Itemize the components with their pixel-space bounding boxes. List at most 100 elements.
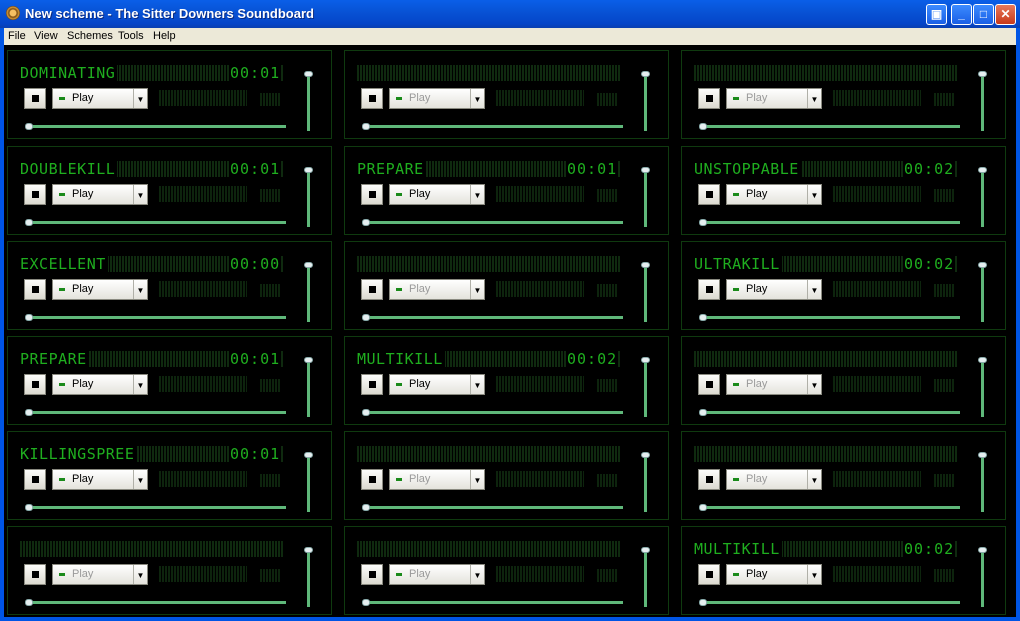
position-slider[interactable]: [32, 506, 286, 509]
sound-slot[interactable]: DOUBLEKILL 00:01 Play ▼: [7, 146, 332, 235]
play-dropdown[interactable]: Play ▼: [726, 564, 822, 585]
position-slider-thumb[interactable]: [699, 314, 707, 321]
play-dropdown[interactable]: Play ▼: [389, 184, 485, 205]
close-button[interactable]: ✕: [995, 4, 1016, 25]
position-slider-thumb[interactable]: [362, 219, 370, 226]
position-slider-thumb[interactable]: [699, 599, 707, 606]
stop-button[interactable]: [698, 564, 720, 585]
volume-slider-thumb[interactable]: [978, 167, 987, 173]
chevron-down-icon[interactable]: ▼: [470, 470, 484, 489]
position-slider[interactable]: [32, 601, 286, 604]
chevron-down-icon[interactable]: ▼: [470, 375, 484, 394]
chevron-down-icon[interactable]: ▼: [133, 565, 147, 584]
sound-slot[interactable]: Play ▼: [7, 526, 332, 615]
chevron-down-icon[interactable]: ▼: [133, 375, 147, 394]
play-dropdown[interactable]: Play ▼: [52, 88, 148, 109]
volume-slider-thumb[interactable]: [304, 71, 313, 77]
menu-schemes[interactable]: Schemes: [67, 30, 113, 42]
position-slider-thumb[interactable]: [362, 123, 370, 130]
position-slider[interactable]: [706, 125, 960, 128]
restore-icon[interactable]: ▣: [926, 4, 947, 25]
position-slider-thumb[interactable]: [699, 504, 707, 511]
position-slider-thumb[interactable]: [25, 504, 33, 511]
menu-file[interactable]: File: [8, 30, 26, 42]
chevron-down-icon[interactable]: ▼: [470, 280, 484, 299]
volume-slider-thumb[interactable]: [641, 357, 650, 363]
chevron-down-icon[interactable]: ▼: [807, 185, 821, 204]
volume-slider[interactable]: [307, 172, 310, 227]
play-dropdown[interactable]: Play ▼: [389, 564, 485, 585]
sound-slot[interactable]: Play ▼: [344, 526, 669, 615]
position-slider-thumb[interactable]: [362, 599, 370, 606]
play-dropdown[interactable]: Play ▼: [726, 469, 822, 490]
chevron-down-icon[interactable]: ▼: [807, 565, 821, 584]
sound-slot[interactable]: PREPARE 00:01 Play ▼: [7, 336, 332, 425]
stop-button[interactable]: [24, 564, 46, 585]
chevron-down-icon[interactable]: ▼: [470, 185, 484, 204]
position-slider-thumb[interactable]: [25, 599, 33, 606]
volume-slider-thumb[interactable]: [978, 357, 987, 363]
position-slider[interactable]: [369, 125, 623, 128]
volume-slider[interactable]: [981, 76, 984, 131]
sound-slot[interactable]: UNSTOPPABLE 00:02 Play ▼: [681, 146, 1006, 235]
stop-button[interactable]: [361, 469, 383, 490]
chevron-down-icon[interactable]: ▼: [133, 280, 147, 299]
stop-button[interactable]: [698, 184, 720, 205]
menu-tools[interactable]: Tools: [118, 30, 144, 42]
stop-button[interactable]: [24, 184, 46, 205]
play-dropdown[interactable]: Play ▼: [52, 564, 148, 585]
play-dropdown[interactable]: Play ▼: [726, 374, 822, 395]
volume-slider[interactable]: [981, 552, 984, 607]
volume-slider-thumb[interactable]: [978, 452, 987, 458]
volume-slider-thumb[interactable]: [304, 452, 313, 458]
volume-slider[interactable]: [307, 76, 310, 131]
menu-view[interactable]: View: [34, 30, 58, 42]
sound-slot[interactable]: PREPARE 00:01 Play ▼: [344, 146, 669, 235]
sound-slot[interactable]: KILLINGSPREE 00:01 Play ▼: [7, 431, 332, 520]
play-dropdown[interactable]: Play ▼: [389, 88, 485, 109]
position-slider-thumb[interactable]: [699, 219, 707, 226]
stop-button[interactable]: [698, 88, 720, 109]
sound-slot[interactable]: Play ▼: [344, 241, 669, 330]
volume-slider[interactable]: [307, 362, 310, 417]
position-slider-thumb[interactable]: [699, 123, 707, 130]
position-slider[interactable]: [369, 221, 623, 224]
title-bar[interactable]: New scheme - The Sitter Downers Soundboa…: [0, 0, 1020, 28]
sound-slot[interactable]: EXCELLENT 00:00 Play ▼: [7, 241, 332, 330]
sound-slot[interactable]: Play ▼: [681, 50, 1006, 139]
volume-slider[interactable]: [981, 172, 984, 227]
position-slider-thumb[interactable]: [362, 409, 370, 416]
chevron-down-icon[interactable]: ▼: [470, 565, 484, 584]
position-slider[interactable]: [369, 316, 623, 319]
minimize-button[interactable]: _: [951, 4, 972, 25]
play-dropdown[interactable]: Play ▼: [389, 279, 485, 300]
sound-slot[interactable]: ULTRAKILL 00:02 Play ▼: [681, 241, 1006, 330]
chevron-down-icon[interactable]: ▼: [133, 470, 147, 489]
play-dropdown[interactable]: Play ▼: [726, 279, 822, 300]
volume-slider-thumb[interactable]: [978, 71, 987, 77]
volume-slider-thumb[interactable]: [641, 167, 650, 173]
position-slider[interactable]: [32, 316, 286, 319]
sound-slot[interactable]: Play ▼: [681, 336, 1006, 425]
stop-button[interactable]: [361, 88, 383, 109]
volume-slider[interactable]: [307, 552, 310, 607]
volume-slider[interactable]: [644, 76, 647, 131]
position-slider[interactable]: [369, 411, 623, 414]
stop-button[interactable]: [361, 564, 383, 585]
volume-slider[interactable]: [981, 267, 984, 322]
chevron-down-icon[interactable]: ▼: [807, 375, 821, 394]
position-slider[interactable]: [706, 601, 960, 604]
play-dropdown[interactable]: Play ▼: [52, 469, 148, 490]
volume-slider[interactable]: [307, 457, 310, 512]
volume-slider-thumb[interactable]: [304, 167, 313, 173]
volume-slider-thumb[interactable]: [641, 547, 650, 553]
menu-help[interactable]: Help: [153, 30, 176, 42]
position-slider-thumb[interactable]: [362, 504, 370, 511]
sound-slot[interactable]: DOMINATING 00:01 Play ▼: [7, 50, 332, 139]
position-slider-thumb[interactable]: [25, 219, 33, 226]
position-slider[interactable]: [706, 221, 960, 224]
play-dropdown[interactable]: Play ▼: [726, 88, 822, 109]
stop-button[interactable]: [698, 279, 720, 300]
position-slider-thumb[interactable]: [25, 409, 33, 416]
play-dropdown[interactable]: Play ▼: [726, 184, 822, 205]
